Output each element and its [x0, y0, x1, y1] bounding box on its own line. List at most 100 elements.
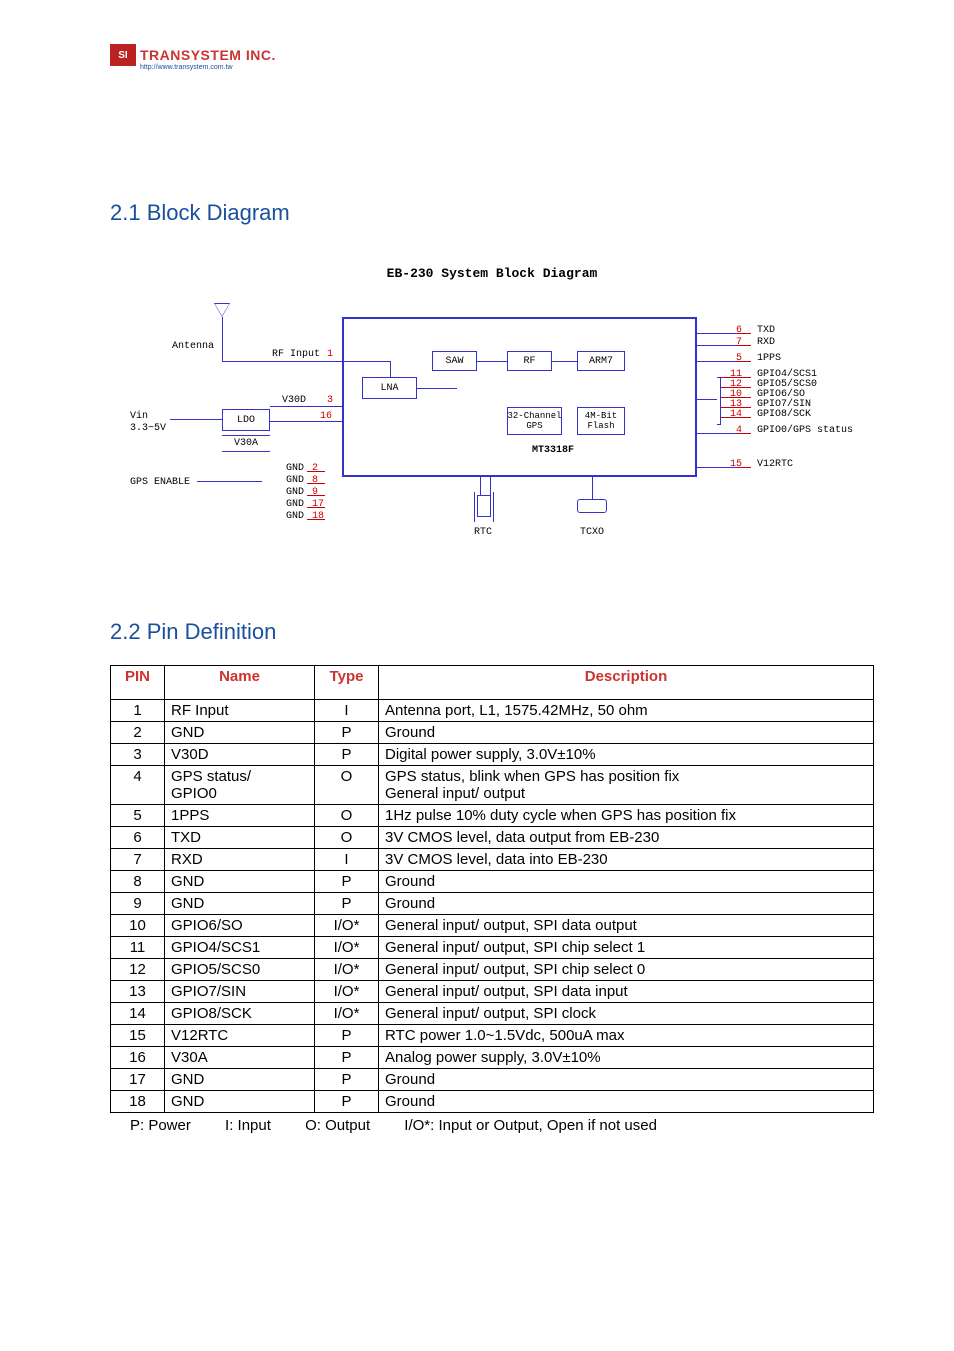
cell-type: I/O* [315, 1003, 379, 1025]
cell-pin: 8 [111, 871, 165, 893]
cell-name: GND [165, 1091, 315, 1113]
label-rf-input: RF Input [272, 349, 320, 360]
label-gnd-2: GND [286, 487, 304, 498]
table-row: 4GPS status/ GPIO0OGPS status, blink whe… [111, 766, 874, 805]
logo-url: http://www.transystem.com.tw [140, 64, 233, 71]
table-row: 51PPSO1Hz pulse 10% duty cycle when GPS … [111, 805, 874, 827]
cell-desc: RTC power 1.0~1.5Vdc, 500uA max [379, 1025, 874, 1047]
cell-pin: 11 [111, 937, 165, 959]
label-gnd-4: GND [286, 511, 304, 522]
label-pin16: 16 [320, 411, 332, 422]
cell-type: I/O* [315, 937, 379, 959]
cell-pin: 9 [111, 893, 165, 915]
out-pin-2: 5 [736, 353, 742, 364]
cell-type: P [315, 1069, 379, 1091]
cell-desc: Ground [379, 893, 874, 915]
cell-name: GPIO5/SCS0 [165, 959, 315, 981]
out-name-1: RXD [757, 337, 775, 348]
cell-type: I [315, 700, 379, 722]
cell-pin: 7 [111, 849, 165, 871]
label-vin: Vin [130, 411, 148, 422]
cell-type: O [315, 827, 379, 849]
logo-icon: SI [110, 44, 136, 66]
box-saw: SAW [432, 351, 477, 371]
cell-name: RXD [165, 849, 315, 871]
cell-desc: 3V CMOS level, data into EB-230 [379, 849, 874, 871]
cell-name: GND [165, 1069, 315, 1091]
cell-type: O [315, 805, 379, 827]
cell-pin: 16 [111, 1047, 165, 1069]
label-gps-enable: GPS ENABLE [130, 477, 190, 488]
cell-desc: Ground [379, 1091, 874, 1113]
cell-desc: Ground [379, 722, 874, 744]
cell-pin: 18 [111, 1091, 165, 1113]
cell-name: GND [165, 871, 315, 893]
table-row: 12GPIO5/SCS0I/O*General input/ output, S… [111, 959, 874, 981]
table-row: 11GPIO4/SCS1I/O*General input/ output, S… [111, 937, 874, 959]
cell-name: GND [165, 893, 315, 915]
out-name-2: 1PPS [757, 353, 781, 364]
cell-desc: Antenna port, L1, 1575.42MHz, 50 ohm [379, 700, 874, 722]
table-legend: P: Power I: Input O: Output I/O*: Input … [110, 1117, 874, 1134]
label-gndpin-4: 18 [312, 511, 324, 522]
label-v30a: V30A [222, 435, 270, 451]
box-rf: RF [507, 351, 552, 371]
cell-pin: 10 [111, 915, 165, 937]
out-pin-9: 15 [730, 459, 742, 470]
cell-pin: 1 [111, 700, 165, 722]
out-pin-7: 14 [730, 409, 742, 420]
cell-pin: 17 [111, 1069, 165, 1091]
cell-desc: Ground [379, 1069, 874, 1091]
out-name-9: V12RTC [757, 459, 793, 470]
table-row: 15V12RTCPRTC power 1.0~1.5Vdc, 500uA max [111, 1025, 874, 1047]
label-gndpin-0: 2 [312, 463, 318, 474]
th-desc: Description [379, 666, 874, 700]
cell-name: 1PPS [165, 805, 315, 827]
cell-pin: 12 [111, 959, 165, 981]
legend-p: P: Power [130, 1117, 191, 1134]
cell-name: GPIO7/SIN [165, 981, 315, 1003]
cell-name: V30A [165, 1047, 315, 1069]
cell-desc: Digital power supply, 3.0V±10% [379, 744, 874, 766]
cell-pin: 14 [111, 1003, 165, 1025]
table-row: 16V30APAnalog power supply, 3.0V±10% [111, 1047, 874, 1069]
th-name: Name [165, 666, 315, 700]
cell-type: P [315, 744, 379, 766]
label-tcxo: TCXO [580, 527, 604, 538]
out-name-8: GPIO0/GPS status [757, 425, 853, 436]
cell-name: GPS status/ GPIO0 [165, 766, 315, 805]
out-pin-8: 4 [736, 425, 742, 436]
table-row: 8GNDPGround [111, 871, 874, 893]
table-row: 9GNDPGround [111, 893, 874, 915]
cell-type: I/O* [315, 915, 379, 937]
label-pin3: 3 [327, 395, 333, 406]
box-flash: 4M-Bit Flash [577, 407, 625, 435]
label-gnd-3: GND [286, 499, 304, 510]
label-gnd-0: GND [286, 463, 304, 474]
label-vin-range: 3.3~5V [130, 423, 166, 434]
cell-name: RF Input [165, 700, 315, 722]
cell-desc: 1Hz pulse 10% duty cycle when GPS has po… [379, 805, 874, 827]
label-gndpin-1: 8 [312, 475, 318, 486]
out-name-0: TXD [757, 325, 775, 336]
cell-name: GPIO6/SO [165, 915, 315, 937]
cell-desc: General input/ output, SPI data input [379, 981, 874, 1003]
cell-pin: 2 [111, 722, 165, 744]
legend-i: I: Input [225, 1117, 271, 1134]
cell-name: V12RTC [165, 1025, 315, 1047]
cell-desc: GPS status, blink when GPS has position … [379, 766, 874, 805]
label-gndpin-2: 9 [312, 487, 318, 498]
cell-desc: General input/ output, SPI chip select 0 [379, 959, 874, 981]
th-type: Type [315, 666, 379, 700]
cell-pin: 4 [111, 766, 165, 805]
label-v30d: V30D [282, 395, 306, 406]
cell-desc: 3V CMOS level, data output from EB-230 [379, 827, 874, 849]
table-row: 1RF InputIAntenna port, L1, 1575.42MHz, … [111, 700, 874, 722]
cell-type: P [315, 1047, 379, 1069]
cell-pin: 6 [111, 827, 165, 849]
rtc-crystal-icon [477, 495, 491, 517]
cell-type: I [315, 849, 379, 871]
label-rtc: RTC [474, 527, 492, 538]
logo-brand: TRANSYSTEM INC. [140, 47, 276, 63]
label-gndpin-3: 17 [312, 499, 324, 510]
